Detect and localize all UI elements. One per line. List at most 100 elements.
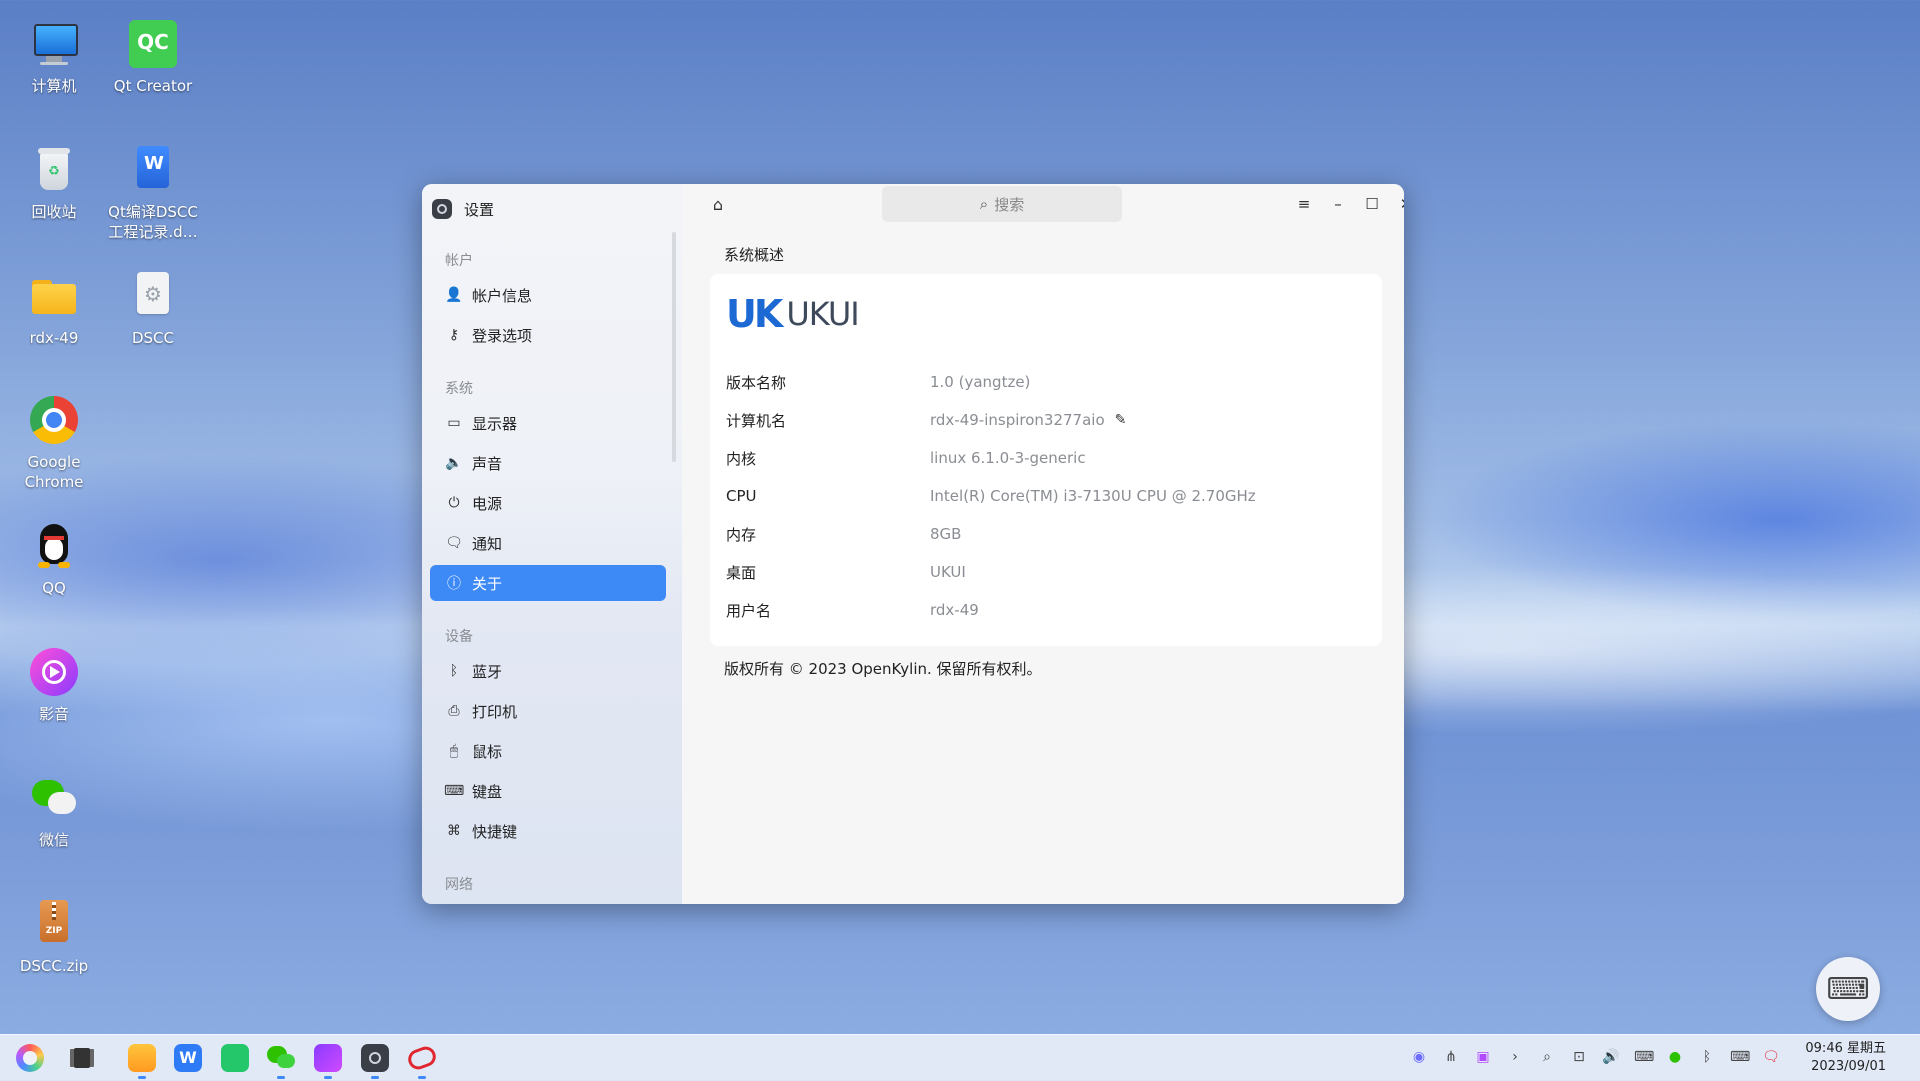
desktop-icon-wps-doc[interactable]: W Qt编译DSCC工程记录.d… (107, 146, 199, 242)
network-share-tray-icon[interactable]: ⋔ (1442, 1048, 1460, 1066)
desktop-icon-zip[interactable]: ZIP DSCC.zip (8, 900, 100, 976)
wechat-tray-icon[interactable]: ● (1666, 1048, 1684, 1066)
sidebar-item-label: 蓝牙 (472, 662, 503, 681)
desktop-icon-dscc[interactable]: ⚙ DSCC (107, 272, 199, 348)
sidebar-item-label: 通知 (472, 534, 503, 553)
search-placeholder: 搜索 (994, 195, 1025, 214)
info-key: CPU (726, 487, 757, 505)
qq-penguin-icon (30, 522, 78, 570)
taskbar-app-store[interactable] (221, 1044, 249, 1072)
running-indicator (418, 1076, 426, 1079)
settings-window: 设置 帐户 👤 帐户信息 ⚷ 登录选项 系统 ▭ 显示器 🔈 声音 ⏻ 电源 🗨… (422, 184, 1404, 904)
menu-button[interactable]: ≡ (1294, 194, 1314, 214)
info-key: 用户名 (726, 601, 772, 620)
settings-icon (369, 1052, 381, 1064)
copyright-text: 版权所有 © 2023 OpenKylin. 保留所有权利。 (724, 660, 1042, 678)
qt-creator-badge: QC (137, 30, 169, 54)
sidebar-item-login-options[interactable]: ⚷ 登录选项 (430, 317, 666, 353)
info-row-kernel: 内核 linux 6.1.0-3-generic (726, 446, 1366, 470)
info-value: rdx-49-inspiron3277aio (930, 411, 1105, 429)
menu-icon: ≡ (1297, 195, 1311, 213)
sidebar-item-shortcuts[interactable]: ⌘ 快捷键 (430, 813, 666, 849)
desktop-icon-home-folder[interactable]: rdx-49 (8, 272, 100, 348)
wps-icon: W (179, 1048, 197, 1067)
taskbar-app-settings[interactable] (361, 1044, 389, 1072)
taskbar-app-media[interactable] (314, 1044, 342, 1072)
home-button[interactable]: ⌂ (708, 195, 728, 215)
sidebar-scrollbar[interactable] (672, 232, 676, 462)
chrome-icon (30, 396, 78, 444)
sidebar-item-notifications[interactable]: 🗨 通知 (430, 525, 666, 561)
sidebar-item-sound[interactable]: 🔈 声音 (430, 445, 666, 481)
taskbar: W ◉ ⋔ ▣ › ⌕ ⊡ 🔊 ⌨ ● ᛒ ⌨ 🗨 09:46 星期五 2023… (0, 1034, 1920, 1081)
search-input[interactable]: ⌕ 搜索 (882, 186, 1122, 222)
clock[interactable]: 09:46 星期五 2023/09/01 (1805, 1040, 1886, 1076)
info-key: 计算机名 (726, 411, 787, 430)
info-row-username: 用户名 rdx-49 (726, 598, 1366, 622)
bluetooth-tray-icon[interactable]: ᛒ (1698, 1048, 1716, 1066)
info-row-desktop: 桌面 UKUI (726, 560, 1366, 584)
notification-center-icon[interactable]: 🗨 (1762, 1048, 1780, 1066)
sidebar-item-about[interactable]: ⓘ 关于 (430, 565, 666, 601)
sidebar-item-label: 快捷键 (472, 822, 518, 841)
tray-expand-icon[interactable]: › (1506, 1048, 1524, 1066)
start-menu-button[interactable] (16, 1044, 44, 1072)
info-key: 内存 (726, 525, 757, 544)
search-tray-icon[interactable]: ⌕ (1538, 1048, 1556, 1066)
power-icon: ⏻ (448, 495, 460, 511)
taskbar-app-browser[interactable] (405, 1043, 439, 1073)
sidebar-item-account-info[interactable]: 👤 帐户信息 (430, 277, 666, 313)
virtual-keyboard-button[interactable]: ⌨ (1816, 957, 1880, 1021)
notification-icon: 🗨 (445, 535, 463, 551)
sidebar-item-display[interactable]: ▭ 显示器 (430, 405, 666, 441)
search-icon: ⌕ (979, 195, 989, 213)
sidebar-item-label: 帐户信息 (472, 286, 533, 305)
sidebar-item-bluetooth[interactable]: ᛒ 蓝牙 (430, 653, 666, 689)
desktop-icon-computer[interactable]: 计算机 (8, 20, 100, 96)
maximize-button[interactable]: ☐ (1362, 194, 1382, 214)
sidebar-item-keyboard[interactable]: ⌨ 键盘 (430, 773, 666, 809)
assistant-tray-icon[interactable]: ◉ (1410, 1048, 1428, 1066)
media-tray-icon[interactable]: ▣ (1474, 1048, 1492, 1066)
info-value: UKUI (930, 563, 966, 581)
info-key: 版本名称 (726, 373, 787, 392)
minimize-button[interactable]: – (1328, 194, 1348, 214)
window-title-area: 设置 (432, 194, 494, 224)
desktop-icon-trash[interactable]: ♻ 回收站 (8, 146, 100, 222)
running-indicator (371, 1076, 379, 1079)
sidebar-item-mouse[interactable]: 🖱 鼠标 (430, 733, 666, 769)
keyboard-layout-tray-icon[interactable]: ⌨ (1634, 1048, 1654, 1066)
info-value: Intel(R) Core(TM) i3-7130U CPU @ 2.70GHz (930, 487, 1256, 505)
ukui-logo: UK UKUI (726, 292, 860, 336)
multitask-view-button[interactable] (68, 1044, 96, 1072)
key-icon: ⚷ (448, 327, 460, 343)
clock-date: 2023/09/01 (1811, 1059, 1886, 1074)
sidebar-item-printer[interactable]: ⎙ 打印机 (430, 693, 666, 729)
info-row-hostname: 计算机名 rdx-49-inspiron3277aio ✎ (726, 408, 1366, 432)
taskbar-app-wechat[interactable] (267, 1044, 295, 1072)
network-tray-icon[interactable]: ⊡ (1570, 1048, 1588, 1066)
desktop-icon-qt-creator[interactable]: QC Qt Creator (107, 20, 199, 96)
sidebar-group-devices: 设备 (445, 629, 473, 645)
desktop-icon-wechat[interactable]: 微信 (8, 774, 100, 850)
info-row-version: 版本名称 1.0 (yangtze) (726, 370, 1366, 394)
input-method-tray-icon[interactable]: ⌨ (1730, 1048, 1750, 1066)
desktop-icon-video[interactable]: 影音 (8, 648, 100, 724)
speaker-icon: 🔈 (445, 455, 463, 471)
desktop-icon-chrome[interactable]: Google Chrome (8, 396, 100, 492)
media-player-icon (30, 648, 78, 696)
shortcut-icon: ⌘ (447, 823, 461, 839)
trash-icon: ♻ (30, 146, 78, 194)
sidebar-group-system: 系统 (445, 381, 473, 397)
edit-hostname-icon[interactable]: ✎ (1115, 412, 1127, 428)
taskbar-app-files[interactable] (128, 1044, 156, 1072)
close-button[interactable]: ✕ (1396, 194, 1404, 214)
zip-archive-icon: ZIP (30, 900, 78, 948)
info-value: linux 6.1.0-3-generic (930, 449, 1086, 467)
settings-file-icon: ⚙ (129, 272, 177, 320)
desktop-icon-qq[interactable]: QQ (8, 522, 100, 598)
volume-tray-icon[interactable]: 🔊 (1602, 1048, 1620, 1066)
sidebar-item-power[interactable]: ⏻ 电源 (430, 485, 666, 521)
keyboard-icon: ⌨ (1826, 971, 1870, 1007)
taskbar-app-wps[interactable]: W (174, 1044, 202, 1072)
